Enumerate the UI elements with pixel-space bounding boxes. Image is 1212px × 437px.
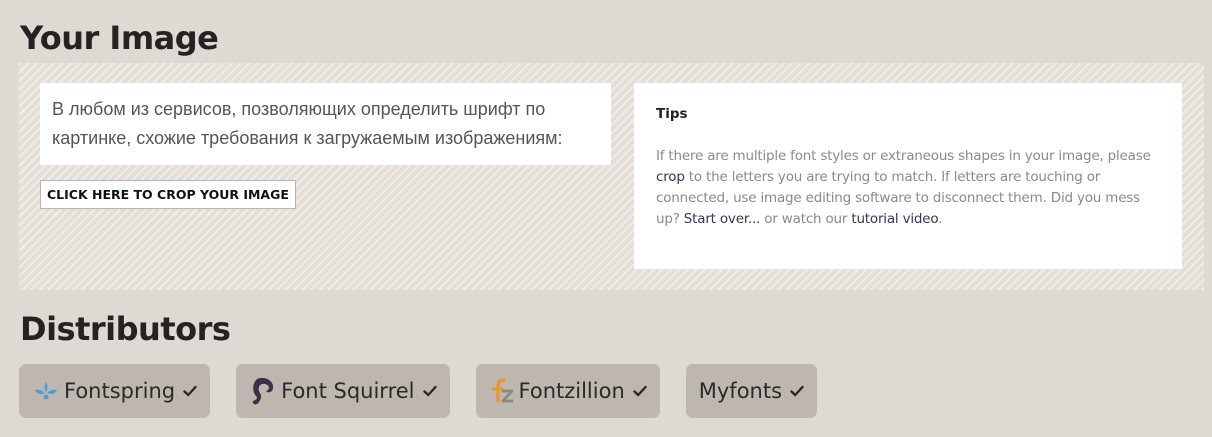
check-icon [790,385,804,397]
distributor-font-squirrel-button[interactable]: Font Squirrel [236,364,450,418]
distributors-heading: Distributors [20,310,231,348]
distributor-fontzillion-button[interactable]: Fontzillion [475,364,660,418]
distributor-myfonts-button[interactable]: Myfonts [685,364,818,418]
distributor-fontspring-button[interactable]: Fontspring [19,364,211,418]
distributor-label: Fontzillion [518,379,625,403]
image-panel: В любом из сервисов, позволяющих определ… [19,63,1204,290]
start-over-link[interactable]: Start over... [684,211,761,227]
tips-title: Tips [656,106,688,122]
distributor-label: Myfonts [698,379,783,403]
tips-text: If there are multiple font styles or ext… [656,146,1160,230]
distributor-label: Font Squirrel [281,379,415,403]
font-squirrel-logo-icon [249,376,277,406]
image-text-line-1: В любом из сервисов, позволяющих определ… [52,99,546,119]
tips-text-part-4: . [938,211,943,227]
check-icon [422,385,437,397]
check-icon [183,385,197,397]
crop-link[interactable]: crop [656,169,685,185]
fontzillion-logo-icon [489,377,515,405]
tips-text-part-1: If there are multiple font styles or ext… [656,148,1151,164]
distributors-list: Fontspring Font Squirrel Fontzillion Myf… [19,364,818,418]
tips-box: Tips If there are multiple font styles o… [634,83,1182,269]
distributor-label: Fontspring [64,379,176,403]
fontspring-logo-icon [32,378,60,404]
tips-text-part-3: or watch our [760,211,852,227]
check-icon [633,385,647,397]
image-text-line-2: картинке, схожие требования к загружаемы… [52,128,563,148]
your-image-heading: Your Image [20,19,219,57]
crop-image-button[interactable]: CLICK HERE TO CROP YOUR IMAGE [40,180,296,209]
uploaded-image-preview: В любом из сервисов, позволяющих определ… [40,83,611,165]
tutorial-video-link[interactable]: tutorial video [851,211,938,227]
